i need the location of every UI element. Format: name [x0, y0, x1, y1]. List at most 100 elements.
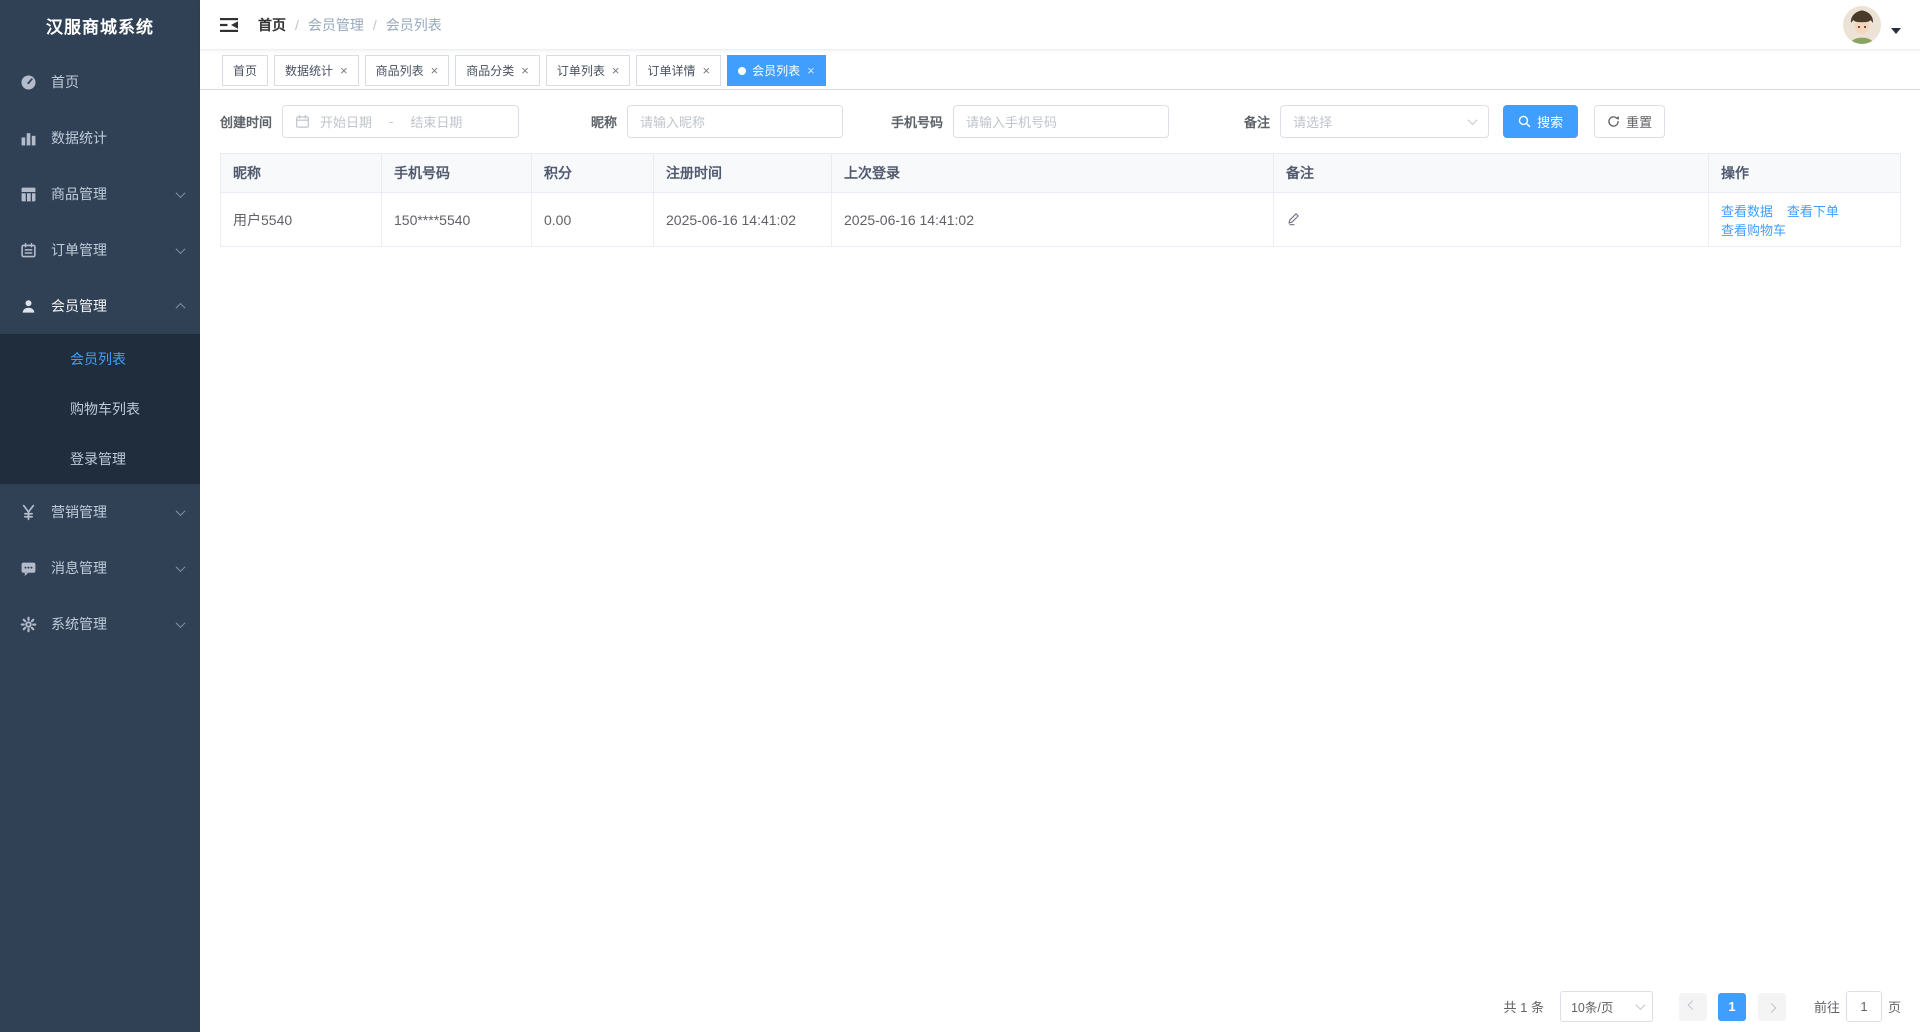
sidebar-item-members[interactable]: 会员管理 [0, 278, 200, 334]
sidebar-item-statistics[interactable]: 数据统计 [0, 110, 200, 166]
sidebar-subitem-member-list[interactable]: 会员列表 [0, 334, 200, 384]
edit-remark-icon[interactable] [1286, 211, 1301, 226]
view-orders-link[interactable]: 查看下单 [1787, 204, 1839, 219]
nickname-input[interactable]: 请输入昵称 [627, 105, 843, 138]
sidebar-item-label: 系统管理 [51, 614, 107, 634]
sidebar-item-label: 营销管理 [51, 502, 107, 522]
remark-select[interactable]: 请选择 [1280, 105, 1489, 138]
chevron-right-icon [1767, 1003, 1777, 1013]
close-icon[interactable]: × [340, 64, 348, 77]
close-icon[interactable]: × [612, 64, 620, 77]
cell-register-time: 2025-06-16 14:41:02 [654, 193, 832, 247]
date-start-placeholder: 开始日期 [320, 112, 372, 131]
order-list-icon [20, 242, 37, 259]
close-icon[interactable]: × [702, 64, 710, 77]
goto-page-input[interactable] [1846, 991, 1882, 1022]
app-root: 汉服商城系统 首页 数据统计 商品管理 [0, 0, 1920, 1032]
sidebar-item-marketing[interactable]: 营销管理 [0, 484, 200, 540]
sidebar-item-orders[interactable]: 订单管理 [0, 222, 200, 278]
tab-member-list[interactable]: 会员列表 × [727, 55, 826, 86]
sidebar-subitem-cart-list[interactable]: 购物车列表 [0, 384, 200, 434]
close-icon[interactable]: × [807, 64, 815, 77]
sidebar-item-system[interactable]: 系统管理 [0, 596, 200, 652]
sidebar-item-label: 数据统计 [51, 128, 107, 148]
calendar-icon [295, 114, 310, 129]
sidebar-item-messages[interactable]: 消息管理 [0, 540, 200, 596]
sidebar-subitem-login-management[interactable]: 登录管理 [0, 434, 200, 484]
tab-label: 商品分类 [466, 62, 514, 79]
nickname-placeholder: 请输入昵称 [640, 112, 705, 131]
col-actions: 操作 [1709, 154, 1901, 193]
sidebar-item-home[interactable]: 首页 [0, 54, 200, 110]
close-icon[interactable]: × [431, 64, 439, 77]
phone-placeholder: 请输入手机号码 [966, 112, 1057, 131]
breadcrumb-member-list: 会员列表 [386, 15, 442, 35]
date-separator: - [389, 114, 393, 129]
bar-chart-icon [20, 130, 37, 147]
prev-page-button[interactable] [1679, 993, 1707, 1021]
breadcrumb-home[interactable]: 首页 [258, 15, 286, 35]
phone-label: 手机号码 [891, 112, 943, 131]
chevron-down-icon [176, 244, 186, 254]
sidebar: 汉服商城系统 首页 数据统计 商品管理 [0, 0, 200, 1032]
next-page-button[interactable] [1758, 993, 1786, 1021]
chevron-down-icon [176, 188, 186, 198]
page-size-select[interactable]: 10条/页 [1560, 991, 1653, 1022]
tab-label: 数据统计 [285, 62, 333, 79]
search-button[interactable]: 搜索 [1503, 105, 1578, 138]
chevron-down-icon [1468, 115, 1478, 125]
dashboard-icon [20, 74, 37, 91]
col-remark: 备注 [1274, 154, 1709, 193]
chevron-down-icon [176, 618, 186, 628]
sidebar-item-label: 会员管理 [51, 296, 107, 316]
chevron-down-icon [1636, 1000, 1646, 1010]
sidebar-toggle-button[interactable] [220, 17, 240, 33]
breadcrumb: 首页 / 会员管理 / 会员列表 [258, 15, 442, 35]
tab-label: 商品列表 [376, 62, 424, 79]
tab-order-detail[interactable]: 订单详情 × [636, 55, 721, 86]
tab-product-list[interactable]: 商品列表 × [365, 55, 450, 86]
breadcrumb-separator: / [295, 17, 299, 33]
date-range-picker[interactable]: 开始日期 - 结束日期 [282, 105, 519, 138]
page-number-button[interactable]: 1 [1718, 993, 1746, 1021]
search-icon [1518, 115, 1531, 128]
user-icon [20, 298, 37, 315]
tab-data-statistics[interactable]: 数据统计 × [274, 55, 359, 86]
hamburger-icon [220, 17, 240, 33]
col-last-login: 上次登录 [832, 154, 1274, 193]
yen-icon [20, 504, 37, 521]
breadcrumb-member-management[interactable]: 会员管理 [308, 15, 364, 35]
message-icon [20, 560, 37, 577]
tab-label: 订单详情 [647, 62, 695, 79]
tab-label: 订单列表 [557, 62, 605, 79]
chevron-down-icon [176, 506, 186, 516]
phone-input[interactable]: 请输入手机号码 [953, 105, 1169, 138]
close-icon[interactable]: × [521, 64, 529, 77]
cell-phone: 150****5540 [382, 193, 532, 247]
sidebar-item-products[interactable]: 商品管理 [0, 166, 200, 222]
tab-product-category[interactable]: 商品分类 × [455, 55, 540, 86]
nickname-label: 昵称 [591, 112, 617, 131]
view-cart-link[interactable]: 查看购物车 [1721, 223, 1786, 238]
tab-label: 首页 [233, 62, 257, 79]
tags-view-bar: 首页 数据统计 × 商品列表 × 商品分类 × 订单列表 × 订单详情 × [200, 50, 1920, 90]
chevron-left-icon [1688, 1000, 1698, 1010]
breadcrumb-separator: / [373, 17, 377, 33]
remark-label: 备注 [1244, 112, 1270, 131]
cell-last-login: 2025-06-16 14:41:02 [832, 193, 1274, 247]
page-suffix-label: 页 [1888, 997, 1901, 1016]
view-data-link[interactable]: 查看数据 [1721, 204, 1773, 219]
user-menu-caret-icon[interactable] [1891, 28, 1901, 34]
table-row: 用户5540 150****5540 0.00 2025-06-16 14:41… [221, 193, 1901, 247]
tab-label: 会员列表 [752, 62, 800, 79]
tab-order-list[interactable]: 订单列表 × [546, 55, 631, 86]
col-register-time: 注册时间 [654, 154, 832, 193]
cell-points: 0.00 [532, 193, 654, 247]
date-end-placeholder: 结束日期 [410, 112, 462, 131]
tab-home[interactable]: 首页 [222, 55, 268, 86]
reset-button[interactable]: 重置 [1594, 105, 1665, 138]
chevron-up-icon [176, 302, 186, 312]
chevron-down-icon [176, 562, 186, 572]
avatar[interactable] [1843, 6, 1881, 44]
gear-icon [20, 616, 37, 633]
